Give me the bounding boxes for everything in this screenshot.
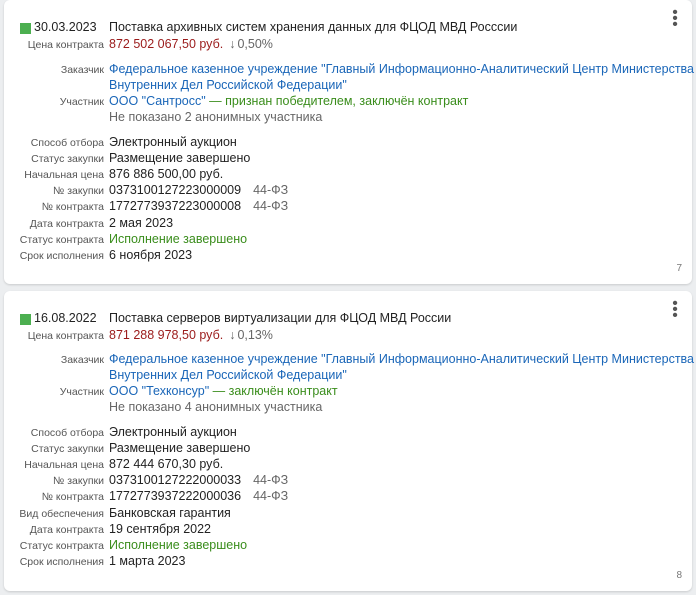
- participant-label: Участник: [59, 96, 104, 108]
- contract-price: 872 502 067,50 руб.: [109, 37, 224, 51]
- deadline-row: Срок исполнения 6 ноября 2023: [4, 248, 692, 265]
- contract-date-value: 19 сентября 2022: [109, 522, 211, 536]
- method-row: Способ отбора Электронный аукцион: [4, 135, 692, 152]
- start-price-value: 876 886 500,00 руб.: [109, 167, 224, 181]
- tender-date: 16.08.2022: [34, 311, 97, 325]
- anonymous-row: Не показано 4 анонимных участника: [4, 400, 692, 417]
- start-price-value: 872 444 670,30 руб.: [109, 457, 224, 471]
- start-price-row: Начальная цена 872 444 670,30 руб.: [4, 457, 692, 474]
- deadline-row: Срок исполнения 1 марта 2023: [4, 554, 692, 571]
- security-label: Вид обеспечения: [19, 508, 104, 520]
- contract-status-value: Исполнение завершено: [109, 232, 248, 246]
- contract-date-row: Дата контракта 2 мая 2023: [4, 216, 692, 233]
- tender-title-link[interactable]: Поставка серверов виртуализации для ФЦОД…: [109, 311, 451, 325]
- start-price-label: Начальная цена: [24, 459, 104, 471]
- customer-row: Заказчик Федеральное казенное учреждение…: [4, 62, 694, 79]
- deadline-label: Срок исполнения: [19, 556, 104, 568]
- contract-number-value: 1772773937223000008: [109, 199, 242, 213]
- proc-status-row: Статус закупки Размещение завершено: [4, 441, 692, 458]
- participant-status: — заключён контракт: [209, 384, 338, 398]
- price-change: 0,50%: [237, 37, 273, 51]
- start-price-row: Начальная цена 876 886 500,00 руб.: [4, 167, 692, 184]
- contract-status-label: Статус контракта: [19, 234, 104, 246]
- deadline-label: Срок исполнения: [19, 250, 104, 262]
- customer-link-line1[interactable]: Федеральное казенное учреждение "Главный…: [109, 352, 694, 366]
- contract-price: 871 288 978,50 руб.: [109, 328, 224, 342]
- tender-title-link[interactable]: Поставка архивных систем хранения данных…: [109, 20, 517, 34]
- participant-status: — признан победителем, заключён контракт: [205, 94, 469, 108]
- participant-label: Участник: [59, 386, 104, 398]
- price-label: Цена контракта: [27, 330, 104, 342]
- method-value: Электронный аукцион: [109, 425, 237, 439]
- deadline-value: 6 ноября 2023: [109, 248, 193, 262]
- proc-status-value: Размещение завершено: [109, 151, 251, 165]
- contract-date-value: 2 мая 2023: [109, 216, 174, 230]
- tender-date: 30.03.2023: [34, 20, 97, 34]
- contract-number-row: № контракта 1772773937222000036 44-ФЗ: [4, 489, 692, 506]
- proc-number-value: 0373100127223000009: [109, 183, 242, 197]
- customer-link-line2[interactable]: Внутренних Дел Российской Федерации": [109, 368, 347, 382]
- method-label: Способ отбора: [30, 137, 104, 149]
- status-square: [20, 314, 31, 325]
- customer-label: Заказчик: [60, 64, 104, 76]
- contract-number-row: № контракта 1772773937223000008 44-ФЗ: [4, 199, 692, 216]
- contract-status-value: Исполнение завершено: [109, 538, 248, 552]
- contract-date-row: Дата контракта 19 сентября 2022: [4, 522, 692, 539]
- proc-number-row: № закупки 0373100127223000009 44-ФЗ: [4, 183, 692, 200]
- customer-row: Заказчик Федеральное казенное учреждение…: [4, 352, 694, 369]
- contract-number-label: № контракта: [41, 491, 104, 503]
- method-label: Способ отбора: [30, 427, 104, 439]
- customer-link-line1[interactable]: Федеральное казенное учреждение "Главный…: [109, 62, 694, 76]
- customer-label: Заказчик: [60, 354, 104, 366]
- start-price-label: Начальная цена: [24, 169, 104, 181]
- card-index: 7: [676, 263, 682, 274]
- security-value: Банковская гарантия: [109, 506, 231, 520]
- proc-status-label: Статус закупки: [31, 443, 104, 455]
- participant-link[interactable]: ООО "Техконсур": [109, 384, 209, 398]
- proc-status-value: Размещение завершено: [109, 441, 251, 455]
- price-row: Цена контракта 871 288 978,50 руб. ↓ 0,13%: [4, 328, 692, 345]
- arrow-down-icon: ↓: [229, 37, 236, 51]
- anonymous-participants: Не показано 4 анонимных участника: [109, 400, 323, 414]
- more-vertical-icon[interactable]: • • •: [670, 5, 680, 33]
- proc-status-label: Статус закупки: [31, 153, 104, 165]
- proc-number-row: № закупки 0373100127222000033 44-ФЗ: [4, 473, 692, 490]
- more-vertical-icon[interactable]: • • •: [670, 296, 680, 324]
- method-value: Электронный аукцион: [109, 135, 237, 149]
- contract-date-label: Дата контракта: [29, 524, 104, 536]
- price-row: Цена контракта 872 502 067,50 руб. ↓ 0,50%: [4, 37, 692, 54]
- tender-card: 16.08.2022 Поставка серверов виртуализац…: [4, 291, 694, 591]
- customer-row-2: Внутренних Дел Российской Федерации": [4, 78, 692, 95]
- contract-status-label: Статус контракта: [19, 540, 104, 552]
- status-square: [20, 23, 31, 34]
- proc-status-row: Статус закупки Размещение завершено: [4, 151, 692, 168]
- contract-number-label: № контракта: [41, 201, 104, 213]
- contract-date-label: Дата контракта: [29, 218, 104, 230]
- contract-law: 44-ФЗ: [253, 199, 289, 213]
- arrow-down-icon: ↓: [229, 328, 236, 342]
- anonymous-row: Не показано 2 анонимных участника: [4, 110, 692, 127]
- customer-row-2: Внутренних Дел Российской Федерации": [4, 368, 692, 385]
- security-row: Вид обеспечения Банковская гарантия: [4, 506, 692, 523]
- proc-number-label: № закупки: [53, 475, 104, 487]
- proc-number-value: 0373100127222000033: [109, 473, 242, 487]
- price-change: 0,13%: [237, 328, 273, 342]
- deadline-value: 1 марта 2023: [109, 554, 186, 568]
- proc-law: 44-ФЗ: [253, 183, 289, 197]
- method-row: Способ отбора Электронный аукцион: [4, 425, 692, 442]
- contract-status-row: Статус контракта Исполнение завершено: [4, 538, 692, 555]
- customer-link-line2[interactable]: Внутренних Дел Российской Федерации": [109, 78, 347, 92]
- contract-status-row: Статус контракта Исполнение завершено: [4, 232, 692, 249]
- participant-link[interactable]: ООО "Сантросс": [109, 94, 206, 108]
- contract-law: 44-ФЗ: [253, 489, 289, 503]
- contract-number-value: 1772773937222000036: [109, 489, 242, 503]
- anonymous-participants: Не показано 2 анонимных участника: [109, 110, 323, 124]
- proc-law: 44-ФЗ: [253, 473, 289, 487]
- price-label: Цена контракта: [27, 39, 104, 51]
- proc-number-label: № закупки: [53, 185, 104, 197]
- participant-row: Участник ООО "Сантросс" — признан победи…: [4, 94, 692, 111]
- card-index: 8: [676, 570, 682, 581]
- tender-card: 30.03.2023 Поставка архивных систем хран…: [4, 0, 694, 284]
- participant-row: Участник ООО "Техконсур" — заключён конт…: [4, 384, 692, 401]
